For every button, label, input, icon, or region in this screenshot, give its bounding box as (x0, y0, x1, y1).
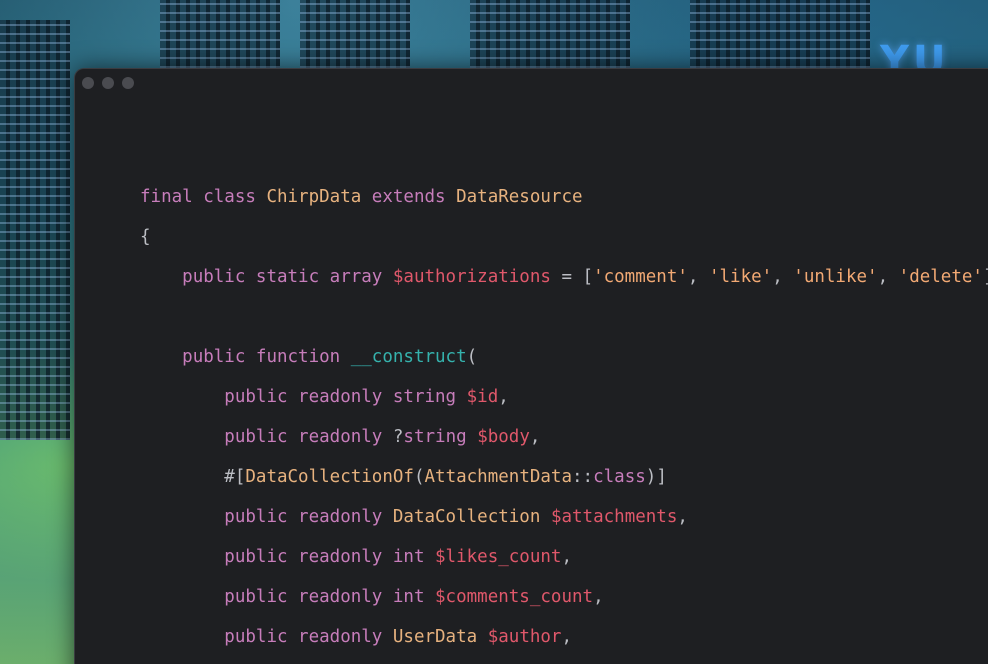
building (0, 20, 70, 440)
code-token: ( (413, 467, 425, 487)
code-token: DataResource (456, 187, 583, 207)
code-token: UserData (392, 627, 478, 647)
code-token: , (498, 387, 509, 407)
window-controls (82, 77, 134, 89)
code-token: ( (466, 347, 478, 367)
code-token: :: (572, 467, 594, 487)
code-token: string (403, 427, 478, 447)
code-line: public readonly Carbon $created_at, (140, 657, 988, 664)
code-editor-window: final class ChirpData extends DataResour… (74, 68, 988, 664)
code-token: #[ (224, 467, 246, 487)
maximize-button[interactable] (122, 77, 134, 89)
code-token: class (593, 467, 646, 487)
building (160, 0, 280, 68)
code-token: $likes_count (435, 547, 562, 567)
code-line: public readonly string $id, (140, 377, 988, 417)
code-line: public readonly ?string $body, (140, 417, 988, 457)
code-token: public readonly (224, 627, 393, 647)
code-token: $author (487, 627, 562, 647)
building (300, 0, 410, 68)
code-token: , (593, 587, 604, 607)
code-token: final class (140, 187, 267, 207)
code-token: public readonly int (224, 547, 436, 567)
code-token: $authorizations (392, 267, 551, 287)
code-token: public readonly int (224, 587, 436, 607)
code-block: final class ChirpData extends DataResour… (140, 137, 988, 664)
code-token: DataCollection (392, 507, 541, 527)
code-line: public static array $authorizations = ['… (140, 257, 988, 297)
code-line: { (140, 217, 988, 257)
code-token: $id (466, 387, 499, 407)
code-token: AttachmentData (424, 467, 573, 487)
building (470, 0, 630, 68)
code-token: __construct (350, 347, 467, 367)
code-token: $body (477, 427, 530, 447)
code-line: public readonly int $comments_count, (140, 577, 988, 617)
close-button[interactable] (82, 77, 94, 89)
code-token: public readonly string (224, 387, 467, 407)
code-token: 'comment' (593, 267, 688, 287)
code-token: 'delete' (898, 267, 983, 287)
code-line: public readonly int $likes_count, (140, 537, 988, 577)
building (690, 0, 870, 68)
code-token: )] (645, 467, 667, 487)
code-token: $comments_count (435, 587, 594, 607)
code-token: , (561, 547, 572, 567)
code-token: , (687, 267, 709, 287)
code-token: extends (361, 187, 457, 207)
code-token: 'like' (708, 267, 773, 287)
code-token: , (772, 267, 794, 287)
code-token: 'unlike' (793, 267, 878, 287)
code-token: $attachments (550, 507, 678, 527)
minimize-button[interactable] (102, 77, 114, 89)
code-line: public readonly UserData $author, (140, 617, 988, 657)
code-token: , (561, 627, 573, 647)
code-line: public readonly DataCollection $attachme… (140, 497, 988, 537)
code-token: ]; (983, 267, 988, 287)
code-token: , (529, 427, 541, 447)
code-token: public static array (182, 267, 393, 287)
code-token: public readonly (224, 507, 393, 527)
code-token: ? (392, 427, 404, 447)
code-token: , (677, 507, 688, 527)
code-token: , (877, 267, 899, 287)
code-line: public function __construct( (140, 337, 988, 377)
code-token: public readonly (224, 427, 393, 447)
code-line: #[DataCollectionOf(AttachmentData::class… (140, 457, 988, 497)
code-token: = [ (550, 267, 594, 287)
code-token: public function (182, 347, 351, 367)
code-token: ChirpData (266, 187, 362, 207)
code-line: final class ChirpData extends DataResour… (140, 177, 988, 217)
code-token: { (140, 227, 151, 247)
code-token: DataCollectionOf (245, 467, 414, 487)
